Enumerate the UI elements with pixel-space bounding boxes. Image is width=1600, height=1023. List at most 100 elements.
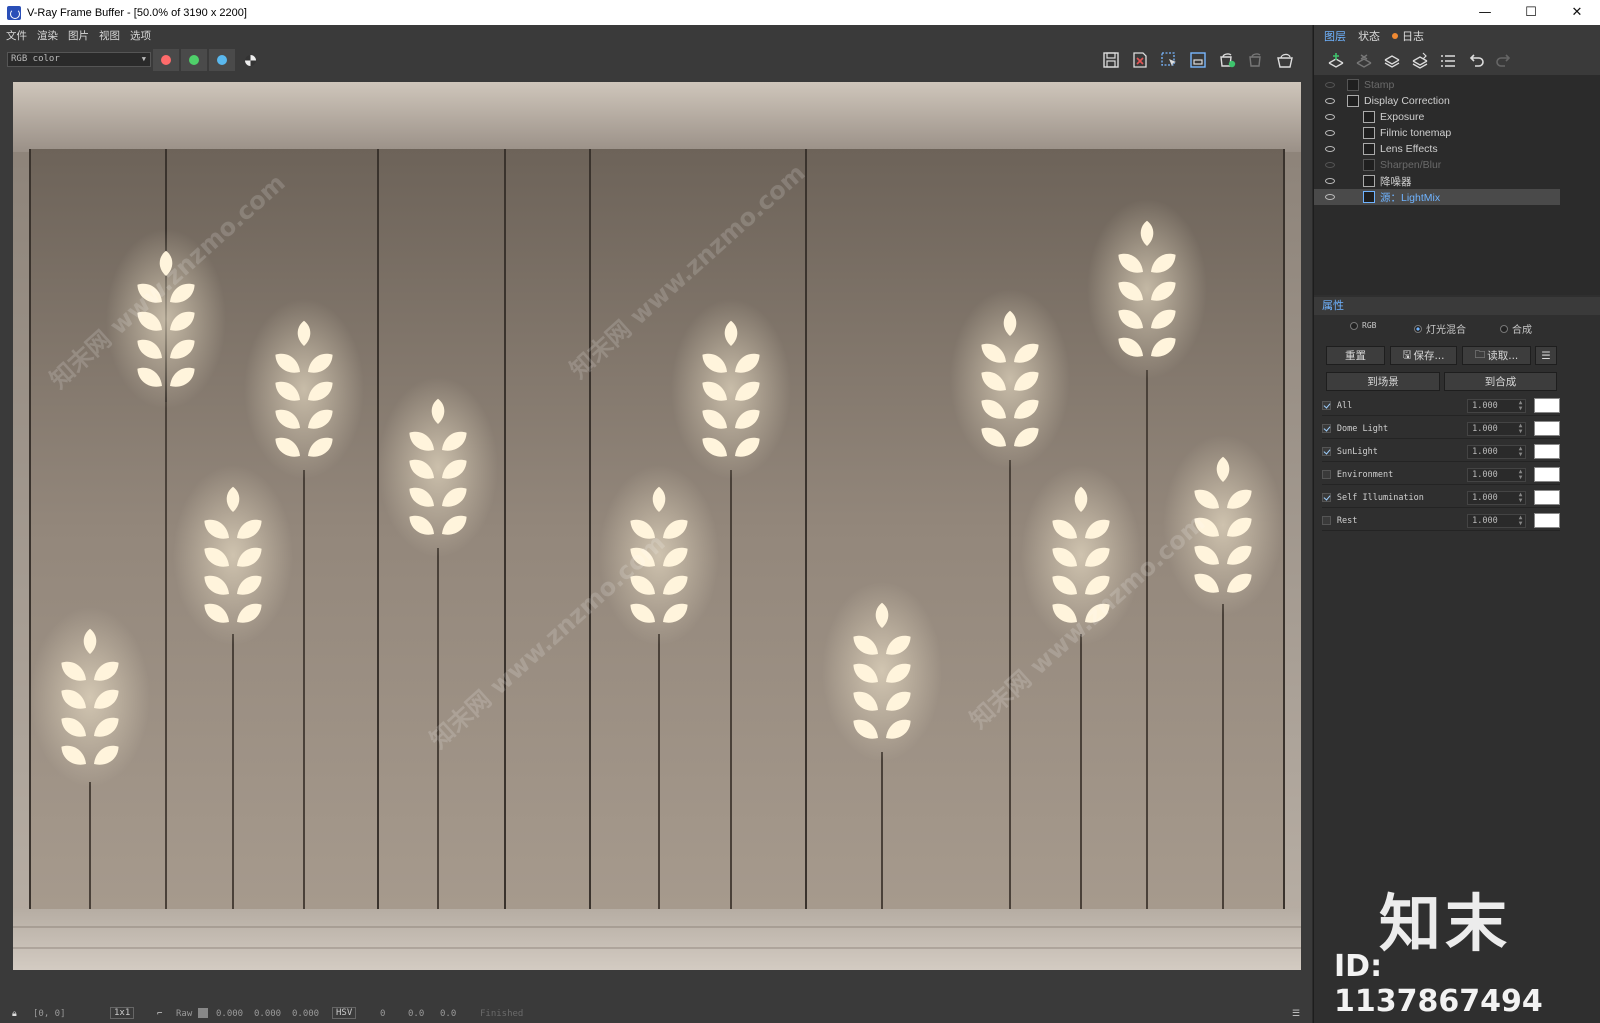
render-viewport[interactable]: 知末网 www.znzmo.com 知末网 www.znzmo.com 知末网 …: [13, 82, 1301, 970]
lightmix-icon: [1363, 191, 1375, 203]
load-layer-tree-icon[interactable]: [1406, 49, 1434, 73]
light-enable-checkbox[interactable]: [1322, 447, 1331, 456]
delete-layer-icon[interactable]: [1350, 49, 1378, 73]
color-mode-select[interactable]: HSV: [332, 1007, 357, 1019]
menu-options[interactable]: 选项: [130, 28, 151, 43]
load-lightmix-button[interactable]: 🗀︎ 读取...: [1462, 346, 1531, 365]
light-color-swatch[interactable]: [1534, 444, 1560, 459]
close-button[interactable]: ✕: [1554, 0, 1600, 25]
layer-label: 源：LightMix: [1380, 191, 1441, 204]
layer-sharpen-blur[interactable]: Sharpen/Blur: [1314, 157, 1560, 173]
menu-view[interactable]: 视图: [99, 28, 120, 43]
monochrome-button[interactable]: [237, 49, 263, 71]
mode-composite-radio[interactable]: 合成: [1500, 321, 1532, 336]
layer-lightmix[interactable]: 源：LightMix: [1314, 189, 1560, 205]
light-enable-checkbox[interactable]: [1322, 516, 1331, 525]
save-lightmix-button[interactable]: 🖫︎ 保存...: [1390, 346, 1457, 365]
lightmix-options-button[interactable]: ☰: [1535, 346, 1557, 365]
menu-image[interactable]: 图片: [68, 28, 89, 43]
mode-rgb-radio[interactable]: RGB: [1350, 321, 1376, 330]
raw-swatch: [198, 1008, 208, 1018]
track-mouse-icon[interactable]: [1185, 49, 1211, 71]
mode-lightmix-radio[interactable]: 灯光混合: [1414, 321, 1466, 336]
save-layer-tree-icon[interactable]: [1378, 49, 1406, 73]
tab-log[interactable]: 日志: [1386, 27, 1430, 47]
maximize-button[interactable]: ☐: [1508, 0, 1554, 25]
visibility-eye-icon[interactable]: [1325, 82, 1335, 88]
light-enable-checkbox[interactable]: [1322, 401, 1331, 410]
layer-display-correction[interactable]: Display Correction: [1314, 93, 1560, 109]
clear-image-icon[interactable]: [1127, 49, 1153, 71]
to-composite-button[interactable]: 到合成: [1444, 372, 1557, 391]
chevron-down-icon: ▼: [141, 55, 146, 63]
save-image-icon[interactable]: [1098, 49, 1124, 71]
blue-channel-button[interactable]: [209, 49, 235, 71]
tab-stats[interactable]: 状态: [1352, 27, 1386, 47]
save-lightmix-label: 保存...: [1413, 350, 1445, 362]
panel-toggle-icon[interactable]: ☰: [1292, 1009, 1300, 1019]
light-color-swatch[interactable]: [1534, 490, 1560, 505]
visibility-eye-icon[interactable]: [1325, 146, 1335, 152]
light-intensity-input[interactable]: 1.000 ▲ ▼: [1467, 421, 1527, 436]
reset-button[interactable]: 重置: [1326, 346, 1385, 365]
spinner-icon[interactable]: ▲ ▼: [1519, 445, 1523, 458]
spinner-icon[interactable]: ▲ ▼: [1519, 422, 1523, 435]
light-color-swatch[interactable]: [1534, 467, 1560, 482]
spinner-icon[interactable]: ▲ ▼: [1519, 399, 1523, 412]
light-enable-checkbox[interactable]: [1322, 424, 1331, 433]
mode-composite-label: 合成: [1512, 325, 1532, 336]
light-color-swatch[interactable]: [1534, 513, 1560, 528]
red-channel-button[interactable]: [153, 49, 179, 71]
visibility-eye-icon[interactable]: [1325, 114, 1335, 120]
stop-render-icon[interactable]: [1243, 49, 1269, 71]
menu-bar: 文件 渲染 图片 视图 选项: [0, 25, 1312, 46]
spinner-icon[interactable]: ▲ ▼: [1519, 491, 1523, 504]
light-enable-checkbox[interactable]: [1322, 493, 1331, 502]
light-intensity-input[interactable]: 1.000 ▲ ▼: [1467, 490, 1527, 505]
light-intensity-input[interactable]: 1.000 ▲ ▼: [1467, 513, 1527, 528]
undo-icon[interactable]: [1462, 49, 1490, 73]
layer-lens-effects[interactable]: Lens Effects: [1314, 141, 1560, 157]
light-color-swatch[interactable]: [1534, 398, 1560, 413]
lock-icon[interactable]: 🔒︎: [12, 1009, 17, 1019]
visibility-eye-icon[interactable]: [1325, 194, 1335, 200]
visibility-eye-icon[interactable]: [1325, 98, 1335, 104]
zoom-select[interactable]: 1x1: [110, 1007, 135, 1019]
region-render-icon[interactable]: [1156, 49, 1182, 71]
to-scene-button[interactable]: 到场景: [1326, 372, 1440, 391]
layer-filmic-tonemap[interactable]: Filmic tonemap: [1314, 125, 1560, 141]
green-channel-button[interactable]: [181, 49, 207, 71]
pixel-coords: [0, 0]: [33, 1009, 66, 1019]
channel-select[interactable]: RGB color ▼: [7, 52, 151, 67]
exposure-icon: [1363, 111, 1375, 123]
menu-file[interactable]: 文件: [6, 28, 27, 43]
render-toolbar: [1095, 49, 1298, 71]
color-picker-icon[interactable]: ⌐: [157, 1009, 162, 1019]
menu-render[interactable]: 渲染: [37, 28, 58, 43]
visibility-eye-icon[interactable]: [1325, 178, 1335, 184]
render-last-icon[interactable]: [1272, 49, 1298, 71]
light-color-swatch[interactable]: [1534, 421, 1560, 436]
layer-label: Exposure: [1380, 111, 1425, 123]
minimize-button[interactable]: —: [1462, 0, 1508, 25]
lens-effects-icon: [1363, 143, 1375, 155]
layer-exposure[interactable]: Exposure: [1314, 109, 1560, 125]
layer-stamp[interactable]: Stamp: [1314, 77, 1560, 93]
light-intensity-input[interactable]: 1.000 ▲ ▼: [1467, 467, 1527, 482]
light-intensity-input[interactable]: 1.000 ▲ ▼: [1467, 398, 1527, 413]
spinner-icon[interactable]: ▲ ▼: [1519, 514, 1523, 527]
light-enable-checkbox[interactable]: [1322, 470, 1331, 479]
tab-layers[interactable]: 图层: [1318, 27, 1352, 47]
layer-label: Sharpen/Blur: [1380, 159, 1442, 171]
redo-icon[interactable]: [1490, 49, 1518, 73]
layer-label: Filmic tonemap: [1380, 127, 1452, 139]
layer-list-icon[interactable]: [1434, 49, 1462, 73]
light-intensity-input[interactable]: 1.000 ▲ ▼: [1467, 444, 1527, 459]
add-layer-icon[interactable]: [1322, 49, 1350, 73]
raw-value-g: 0.000: [254, 1009, 282, 1019]
layer-denoiser[interactable]: 降噪器: [1314, 173, 1560, 189]
render-icon[interactable]: [1214, 49, 1240, 71]
visibility-eye-icon[interactable]: [1325, 162, 1335, 168]
visibility-eye-icon[interactable]: [1325, 130, 1335, 136]
spinner-icon[interactable]: ▲ ▼: [1519, 468, 1523, 481]
